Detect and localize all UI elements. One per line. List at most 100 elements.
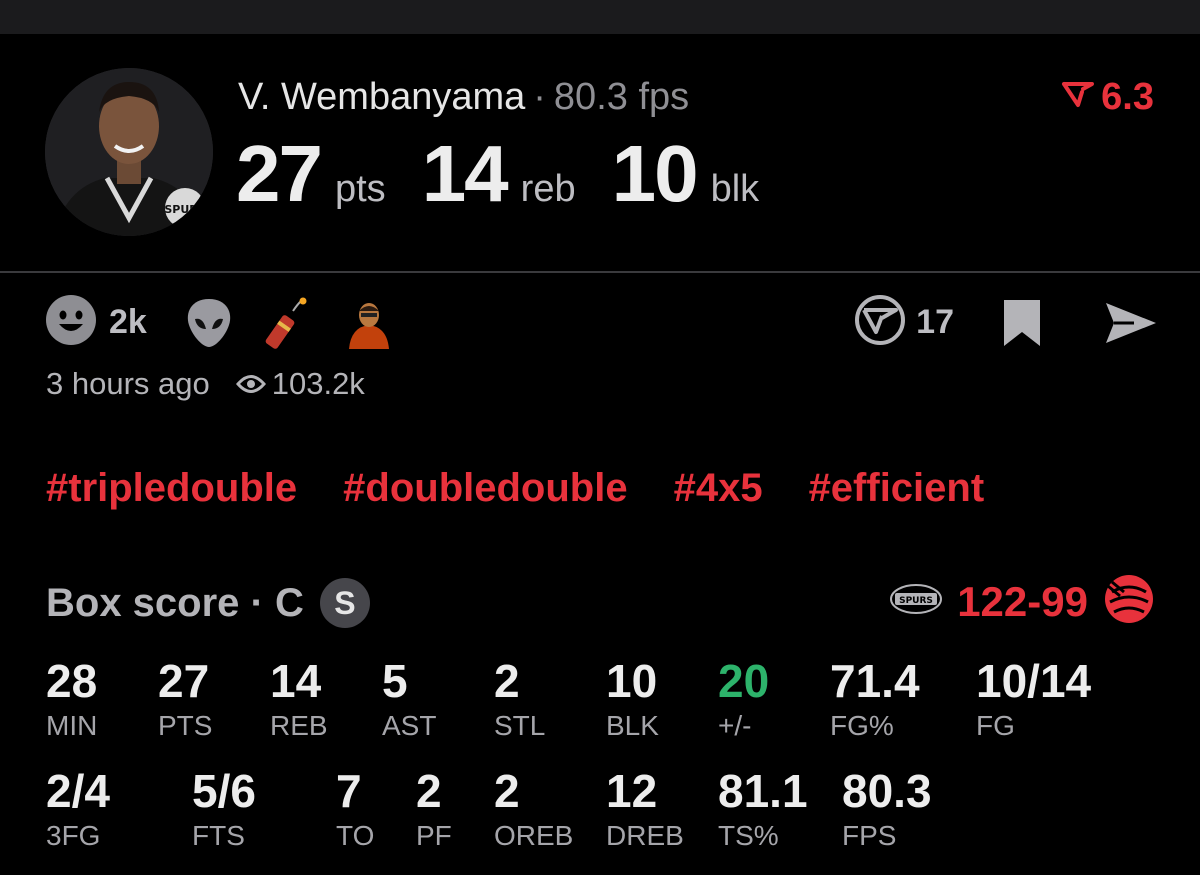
top-bar xyxy=(0,0,1200,34)
stat-pts: 27 PTS xyxy=(158,658,212,742)
stat-value: 12 xyxy=(606,765,658,817)
stat-label: TS% xyxy=(718,820,779,851)
stat-label: STL xyxy=(494,710,546,741)
stat-value: 2/4 xyxy=(46,765,110,817)
stat-reb: 14 REB xyxy=(270,658,328,742)
svg-text:SPURS: SPURS xyxy=(164,203,205,216)
hashtag-doubledouble[interactable]: #doubledouble xyxy=(343,466,627,511)
stat-value: 5 xyxy=(382,655,408,707)
stat-label: FG xyxy=(976,710,1015,741)
spurs-logo-icon: SPURS xyxy=(889,582,943,621)
stat-value: 2 xyxy=(494,765,520,817)
send-icon[interactable] xyxy=(1104,301,1158,345)
stat-3fg: 2/4 3FG xyxy=(46,768,110,852)
svg-text:SPURS: SPURS xyxy=(899,596,933,606)
headline-pts-value: 27 xyxy=(236,129,323,218)
post-meta: 3 hours ago 103.2k xyxy=(46,366,365,402)
stat-label: +/- xyxy=(718,710,752,741)
stat-pf: 2 PF xyxy=(416,768,452,852)
post-actions: 17 xyxy=(854,294,1158,351)
stat-value: 2 xyxy=(494,655,520,707)
player-avatar[interactable]: SPURS xyxy=(45,68,213,236)
view-count: 103.2k xyxy=(271,366,365,401)
stat-value: 7 xyxy=(336,765,362,817)
headline-blk-value: 10 xyxy=(611,129,699,218)
stat-label: TO xyxy=(336,820,375,851)
grinning-face-icon[interactable] xyxy=(45,294,97,351)
stat-fps: 80.3 FPS xyxy=(842,768,932,852)
stat-oreb: 2 OREB xyxy=(494,768,573,852)
stat-value: 14 xyxy=(270,655,322,707)
rating-value: 6.3 xyxy=(1101,76,1154,118)
headline-reb-value: 14 xyxy=(421,129,509,218)
post-time: 3 hours ago xyxy=(46,366,210,401)
stat-label: DREB xyxy=(606,820,684,851)
stat-value: 5/6 xyxy=(192,765,256,817)
stat-to: 7 TO xyxy=(336,768,374,852)
stat-label: 3FG xyxy=(46,820,101,851)
stat-label: FTS xyxy=(192,820,245,851)
box-score-title: Box score · C xyxy=(46,580,304,625)
player-header: V. Wembanyama · 80.3 fps xyxy=(238,76,689,119)
headline-blk-unit: blk xyxy=(710,168,760,210)
reaction-count: 2k xyxy=(109,303,147,341)
stat-min: 28 MIN xyxy=(46,658,97,742)
stat-label: FG% xyxy=(830,710,894,741)
man-dancing-icon[interactable] xyxy=(343,297,395,349)
stat-value: 20 xyxy=(718,655,770,707)
stat-label: MIN xyxy=(46,710,98,741)
stat-label: PTS xyxy=(158,710,213,741)
player-fps: 80.3 fps xyxy=(553,76,690,118)
divider xyxy=(0,271,1200,273)
hashtag-list: #tripledouble #doubledouble #4x5 #effici… xyxy=(46,466,1030,511)
stat-dreb: 12 DREB xyxy=(606,768,684,852)
stat-fg: 10/14 FG xyxy=(976,658,1091,742)
stat-label: REB xyxy=(270,710,328,741)
eye-icon xyxy=(235,373,266,395)
hashtag-efficient[interactable]: #efficient xyxy=(809,466,985,511)
stat-value: 10/14 xyxy=(976,655,1092,707)
rating-arrow-icon xyxy=(1061,76,1095,119)
stat-value: 28 xyxy=(46,655,98,707)
headline-pts-unit: pts xyxy=(334,168,386,210)
stat-ast: 5 AST xyxy=(382,658,436,742)
stat-value: 81.1 xyxy=(718,765,808,817)
box-score-header: Box score · C S xyxy=(46,578,370,628)
game-score[interactable]: SPURS 122-99 xyxy=(889,572,1156,631)
stat-fg-pct: 71.4 FG% xyxy=(830,658,920,742)
stat-value: 10 xyxy=(606,655,658,707)
stat-fts: 5/6 FTS xyxy=(192,768,256,852)
stat-label: FPS xyxy=(842,820,897,851)
player-name[interactable]: V. Wembanyama xyxy=(238,76,525,118)
stat-blk: 10 BLK xyxy=(606,658,659,742)
alien-face-icon[interactable] xyxy=(183,297,235,349)
stat-label: OREB xyxy=(494,820,574,851)
stat-value: 27 xyxy=(158,655,210,707)
stat-ts-pct: 81.1 TS% xyxy=(718,768,808,852)
firecracker-icon[interactable] xyxy=(263,297,315,349)
raptors-logo-icon xyxy=(1102,572,1156,631)
hashtag-4x5[interactable]: #4x5 xyxy=(674,466,763,511)
rating-badge: 6.3 xyxy=(1061,76,1154,119)
stat-value: 80.3 xyxy=(842,765,932,817)
headline-stats: 27 pts 14 reb 10 blk xyxy=(236,128,795,220)
stat-label: PF xyxy=(416,820,452,851)
stat-value: 2 xyxy=(416,765,442,817)
stat-value: 71.4 xyxy=(830,655,920,707)
hashtag-tripledouble[interactable]: #tripledouble xyxy=(46,466,297,511)
reactions-bar: 2k xyxy=(45,294,423,351)
stat-label: BLK xyxy=(606,710,659,741)
stat-stl: 2 STL xyxy=(494,658,545,742)
bookmark-icon[interactable] xyxy=(1002,298,1042,348)
comments-icon[interactable] xyxy=(854,294,906,351)
headline-reb-unit: reb xyxy=(520,168,576,210)
stat-label: AST xyxy=(382,710,437,741)
score-text: 122-99 xyxy=(957,578,1088,626)
stat-plus-minus: 20 +/- xyxy=(718,658,769,742)
score-dash: - xyxy=(1027,577,1042,625)
separator: · xyxy=(533,76,546,118)
comment-count: 17 xyxy=(916,303,954,341)
score-away: 99 xyxy=(1041,577,1088,625)
score-home: 122 xyxy=(957,577,1028,625)
team-badge: S xyxy=(319,578,370,628)
